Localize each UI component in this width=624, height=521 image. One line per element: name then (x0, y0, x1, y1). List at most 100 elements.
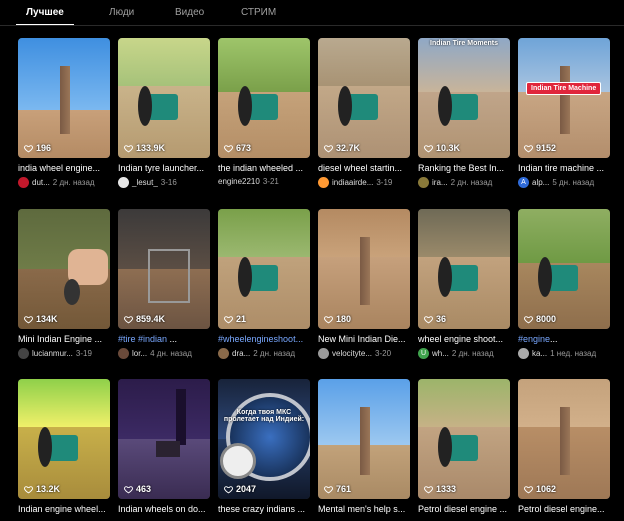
avatar[interactable] (218, 348, 229, 359)
video-card[interactable]: 761 Mental men's help s... (318, 379, 410, 515)
video-thumbnail[interactable]: Indian Tire Machine 9152 (518, 38, 610, 158)
post-date: 2 дн. назад (52, 178, 95, 187)
heart-icon (524, 485, 533, 493)
video-card[interactable]: 463 Indian wheels on do... (118, 379, 210, 515)
video-thumbnail[interactable]: 32.7K (318, 38, 410, 158)
author-name[interactable]: wh... (432, 349, 449, 358)
avatar[interactable] (18, 348, 29, 359)
video-title[interactable]: wheel engine shoot... (418, 334, 510, 345)
author-name[interactable]: ira... (432, 178, 448, 187)
video-thumbnail[interactable]: Indian Tire Moments 10.3K (418, 38, 510, 158)
video-card[interactable]: 21 #wheelengineshoot... dra... 2 дн. назад (218, 209, 310, 359)
video-card[interactable]: Indian Tire Machine 9152 Indian tire machi… (518, 38, 610, 188)
author-name[interactable]: alp... (532, 178, 549, 187)
video-card[interactable]: 1062 Petrol diesel engine... (518, 379, 610, 515)
video-card[interactable]: 8000 #engine... ka... 1 нед. назад (518, 209, 610, 359)
video-thumbnail[interactable]: 21 (218, 209, 310, 329)
heart-icon (124, 315, 133, 323)
video-title-text: Mental men's help s... (318, 504, 406, 514)
video-title[interactable]: Indian tyre launcher... (118, 163, 210, 174)
video-title[interactable]: Petrol diesel engine... (518, 504, 610, 515)
tab-people[interactable]: Люди (99, 6, 144, 26)
video-title[interactable]: these crazy indians ... (218, 504, 310, 515)
hashtag-link[interactable]: #engine (518, 334, 550, 344)
video-thumbnail[interactable]: 463 (118, 379, 210, 499)
video-card[interactable]: Когда твоя МКС пролетает над Индией: 2047… (218, 379, 310, 515)
video-card[interactable]: Indian Tire Moments 10.3K Ranking the Best… (418, 38, 510, 188)
avatar[interactable] (418, 177, 429, 188)
video-title[interactable]: #wheelengineshoot... (218, 334, 310, 345)
author-name[interactable]: engine2210 (218, 177, 260, 186)
avatar[interactable] (118, 177, 129, 188)
author-name[interactable]: dut... (32, 178, 50, 187)
avatar[interactable] (118, 348, 129, 359)
video-title[interactable]: New Mini Indian Die... (318, 334, 410, 345)
video-thumbnail[interactable]: 8000 (518, 209, 610, 329)
avatar[interactable] (18, 177, 29, 188)
avatar[interactable]: U (418, 348, 429, 359)
video-title[interactable]: diesel wheel startin... (318, 163, 410, 174)
video-card[interactable]: 36 wheel engine shoot... Uwh... 2 дн. назад (418, 209, 510, 359)
video-meta: dra... 2 дн. назад (218, 348, 310, 359)
video-title[interactable]: india wheel engine... (18, 163, 110, 174)
author-name[interactable]: _lesut_ (132, 178, 158, 187)
engine-shape (448, 94, 478, 120)
hashtag-link[interactable]: #wheelengineshoot... (218, 334, 303, 344)
tab-videos[interactable]: Видео (165, 6, 214, 26)
video-card[interactable]: 180 New Mini Indian Die... velocityte... 3-… (318, 209, 410, 359)
avatar[interactable] (318, 348, 329, 359)
video-title[interactable]: the indian wheeled ... (218, 163, 310, 174)
video-title[interactable]: #tire #indian ... (118, 334, 210, 345)
author-name[interactable]: velocityte... (332, 349, 372, 358)
video-card[interactable]: 196 india wheel engine... dut... 2 дн. наза… (18, 38, 110, 188)
video-thumbnail[interactable]: 859.4K (118, 209, 210, 329)
author-name[interactable]: indiaairde... (332, 178, 373, 187)
video-thumbnail[interactable]: Когда твоя МКС пролетает над Индией: 2047 (218, 379, 310, 499)
video-thumbnail[interactable]: 13.2K (18, 379, 110, 499)
video-title[interactable]: #engine... (518, 334, 610, 345)
video-title[interactable]: Indian tire machine ... (518, 163, 610, 174)
video-card[interactable]: 673 the indian wheeled ... engine2210 3-21 (218, 38, 310, 186)
tab-best[interactable]: Лучшее (16, 6, 74, 26)
video-thumbnail[interactable]: 673 (218, 38, 310, 158)
video-card[interactable]: 32.7K diesel wheel startin... indiaairde..… (318, 38, 410, 188)
video-card[interactable]: 1333 Petrol diesel engine ... (418, 379, 510, 515)
video-thumbnail[interactable]: 1062 (518, 379, 610, 499)
like-count-value: 10.3K (436, 143, 461, 153)
author-name[interactable]: ka... (532, 349, 547, 358)
like-count: 463 (124, 484, 151, 494)
video-thumbnail[interactable]: 133.9K (118, 38, 210, 158)
video-title[interactable]: Indian engine wheel... (18, 504, 110, 515)
author-name[interactable]: dra... (232, 349, 250, 358)
rack-shape (148, 249, 190, 303)
video-title[interactable]: Ranking the Best In... (418, 163, 510, 174)
like-count-value: 1333 (436, 484, 457, 494)
video-card[interactable]: 13.2K Indian engine wheel... (18, 379, 110, 515)
video-thumbnail[interactable]: 134K (18, 209, 110, 329)
hashtag-link[interactable]: #tire #indian (118, 334, 167, 344)
author-name[interactable]: lor... (132, 349, 147, 358)
video-title[interactable]: Mini Indian Engine ... (18, 334, 110, 345)
post-date: 2 дн. назад (451, 349, 494, 358)
video-card[interactable]: 134K Mini Indian Engine ... lucianmur... 3-… (18, 209, 110, 359)
tab-live[interactable]: СТРИМ (231, 6, 286, 26)
avatar[interactable] (518, 348, 529, 359)
video-thumbnail[interactable]: 180 (318, 209, 410, 329)
video-title[interactable]: Mental men's help s... (318, 504, 410, 515)
avatar[interactable]: A (518, 177, 529, 188)
video-card[interactable]: 133.9K Indian tyre launcher... _lesut_ 3-16 (118, 38, 210, 188)
like-count-value: 134K (36, 314, 58, 324)
video-thumbnail[interactable]: 1333 (418, 379, 510, 499)
video-title[interactable]: Petrol diesel engine ... (418, 504, 510, 515)
author-name[interactable]: lucianmur... (32, 349, 73, 358)
like-count-value: 761 (336, 484, 352, 494)
video-thumbnail[interactable]: 761 (318, 379, 410, 499)
video-meta: ira... 2 дн. назад (418, 177, 510, 188)
avatar[interactable] (318, 177, 329, 188)
video-overlay-text: Когда твоя МКС пролетает над Индией: (223, 409, 305, 423)
video-title-text: Indian tire machine ... (518, 163, 605, 173)
video-thumbnail[interactable]: 196 (18, 38, 110, 158)
video-thumbnail[interactable]: 36 (418, 209, 510, 329)
video-title[interactable]: Indian wheels on do... (118, 504, 210, 515)
video-card[interactable]: 859.4K #tire #indian ... lor... 4 дн. назад (118, 209, 210, 359)
